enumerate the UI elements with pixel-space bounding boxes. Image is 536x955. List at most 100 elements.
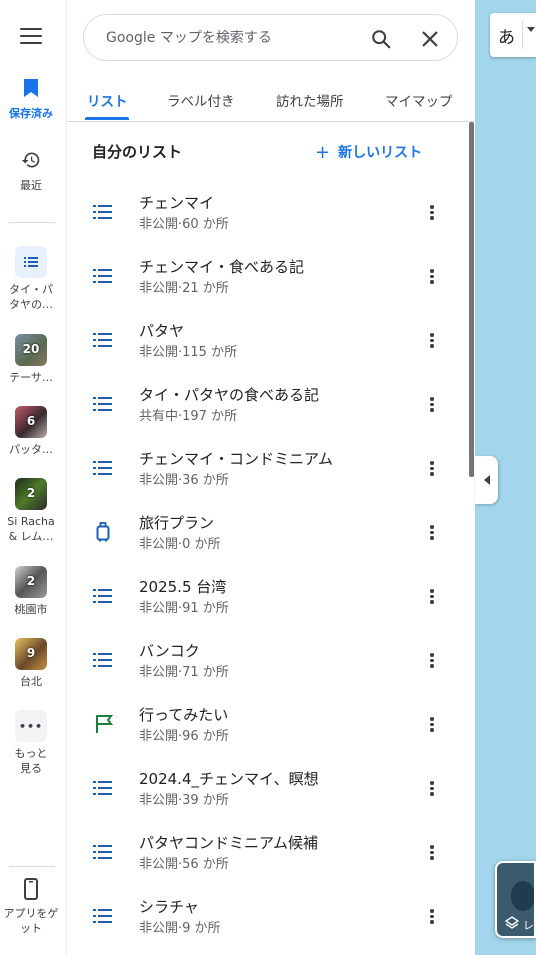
more-vert-icon[interactable] [429, 269, 435, 285]
rail-list-label: タイ・パタヤの… [9, 283, 53, 311]
rail-saved-label: 保存済み [9, 107, 53, 120]
divider [522, 21, 523, 49]
tab-my-maps[interactable]: マイマップ [385, 90, 453, 110]
list-title: チェンマイ・食べある記 [139, 258, 305, 276]
new-list-button[interactable]: + 新しいリスト [315, 141, 423, 163]
rail-list-5[interactable]: 2 桃園市 [0, 566, 62, 617]
list-item[interactable]: パタヤコンドミニアム候補 非公開·56 か所 [67, 830, 467, 894]
more-vert-icon[interactable] [429, 525, 435, 541]
rail-list-6[interactable]: 9 台北 [0, 638, 62, 689]
more-vert-icon[interactable] [429, 717, 435, 733]
list-photo-thumbnail: 20 [15, 334, 47, 366]
list-thumbnail [15, 246, 47, 278]
layers-button[interactable]: レ [495, 861, 536, 938]
list-icon [93, 332, 113, 352]
search-input[interactable] [106, 27, 346, 49]
tab-lists[interactable]: リスト [87, 90, 128, 110]
more-vert-icon[interactable] [429, 845, 435, 861]
rail-list-label: テーサ… [9, 371, 53, 384]
rail-list-4[interactable]: 2 Si Racha & レム… [0, 478, 62, 544]
list-title: 行ってみたい [139, 706, 229, 724]
list-title: パタヤコンドミニアム候補 [139, 834, 318, 852]
list-title: チェンマイ・コンドミニアム [139, 450, 333, 468]
map-preview [511, 881, 534, 911]
more-vert-icon[interactable] [429, 461, 435, 477]
navigation-rail: 保存済み 最近 タイ・パタヤの… 20 テーサ… 6 パッタ… 2 Si Rac… [0, 0, 67, 955]
close-icon[interactable] [420, 29, 440, 49]
more-vert-icon[interactable] [429, 333, 435, 349]
section-title: 自分のリスト [92, 143, 183, 161]
list-meta: 非公開·71 か所 [139, 665, 229, 680]
rail-get-app[interactable]: アプリをゲット [0, 878, 62, 936]
list-icon [93, 396, 113, 416]
collapse-panel-button[interactable] [475, 456, 498, 504]
more-vert-icon[interactable] [429, 909, 435, 925]
list-meta: 共有中·197 か所 [139, 409, 238, 424]
list-count-badge: 2 [26, 574, 36, 588]
list-meta: 非公開·91 か所 [139, 601, 229, 616]
list-meta: 非公開·9 か所 [139, 921, 221, 936]
rail-saved[interactable]: 保存済み [0, 78, 62, 121]
search-box [83, 14, 458, 61]
rail-divider [9, 866, 55, 867]
list-icon [93, 204, 113, 224]
phone-icon [24, 878, 38, 900]
rail-more-label: もっと見る [14, 747, 48, 775]
more-vert-icon[interactable] [429, 205, 435, 221]
list-meta: 非公開·60 か所 [139, 217, 229, 232]
list-meta: 非公開·96 か所 [139, 729, 229, 744]
search-icon[interactable] [370, 28, 392, 50]
list-item[interactable]: パタヤ 非公開·115 か所 [67, 318, 467, 382]
rail-list-2[interactable]: 20 テーサ… [0, 334, 62, 385]
luggage-icon [96, 522, 116, 542]
list-item[interactable]: 2025.5 台湾 非公開·91 か所 [67, 574, 467, 638]
tab-labeled[interactable]: ラベル付き [167, 90, 235, 110]
rail-list-3[interactable]: 6 パッタ… [0, 406, 62, 457]
list-item[interactable]: タイ・パタヤの食べある記 共有中·197 か所 [67, 382, 467, 446]
list-item[interactable]: シラチャ 非公開·9 か所 [67, 894, 467, 955]
rail-list-thai-pattaya[interactable]: タイ・パタヤの… [0, 246, 62, 312]
list-item[interactable]: 行ってみたい 非公開·96 か所 [67, 702, 467, 766]
list-title: 2024.4_チェンマイ、瞑想 [139, 770, 319, 788]
list-item[interactable]: 旅行プラン 非公開·0 か所 [67, 510, 467, 574]
saved-panel: リスト ラベル付き 訪れた場所 マイマップ 自分のリスト + 新しいリスト チェン… [67, 0, 475, 955]
chevron-left-icon [484, 475, 490, 485]
rail-list-label: パッタ… [9, 443, 53, 456]
menu-icon[interactable] [20, 28, 42, 46]
list-photo-thumbnail: 6 [15, 406, 47, 438]
rail-recent[interactable]: 最近 [0, 150, 62, 193]
rail-divider [9, 222, 55, 223]
more-vert-icon[interactable] [429, 781, 435, 797]
list-icon [93, 780, 113, 800]
list-meta: 非公開·39 か所 [139, 793, 229, 808]
flag-icon [95, 714, 115, 734]
list-meta: 非公開·0 か所 [139, 537, 221, 552]
list-title: タイ・パタヤの食べある記 [139, 386, 320, 404]
scrollbar[interactable] [469, 122, 474, 477]
layers-label: レ [523, 919, 534, 932]
rail-more[interactable]: ••• もっと見る [0, 710, 62, 776]
more-vert-icon[interactable] [429, 653, 435, 669]
plus-icon: + [315, 142, 331, 163]
list-item[interactable]: バンコク非公開·71 か所 [67, 638, 467, 702]
list-item[interactable]: 2024.4_チェンマイ、瞑想 非公開·39 か所 [67, 766, 467, 830]
list-item[interactable]: チェンマイ・コンドミニアム 非公開·36 か所 [67, 446, 467, 510]
more-vert-icon[interactable] [429, 589, 435, 605]
rail-get-app-label: アプリをゲット [3, 907, 59, 935]
more-vert-icon[interactable] [429, 397, 435, 413]
new-list-label: 新しいリスト [338, 145, 423, 161]
list-count-badge: 6 [26, 414, 36, 428]
list-item[interactable]: チェンマイ 非公開·60 か所 [67, 190, 467, 254]
list-photo-thumbnail: 9 [15, 638, 47, 670]
list-icon [93, 268, 113, 288]
list-meta: 非公開·56 か所 [139, 857, 229, 872]
input-tools-button[interactable]: あ [490, 13, 536, 57]
list-item[interactable]: チェンマイ・食べある記 非公開·21 か所 [67, 254, 467, 318]
rail-list-label: Si Racha & レム… [7, 515, 55, 543]
rail-list-label: 台北 [20, 675, 42, 688]
list-title: バンコク [139, 642, 200, 660]
tab-visited[interactable]: 訪れた場所 [276, 90, 344, 110]
list-count-badge: 20 [22, 342, 40, 356]
list-meta: 非公開·21 か所 [139, 281, 229, 296]
active-tab-indicator [85, 117, 129, 120]
